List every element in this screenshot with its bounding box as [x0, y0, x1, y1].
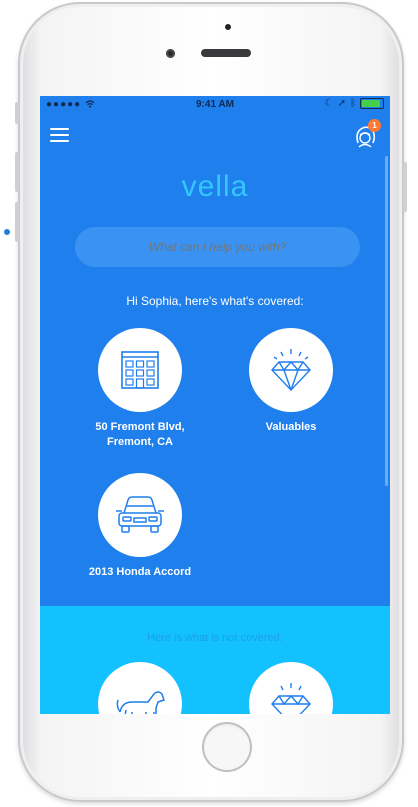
not-covered-section: Here is what is not covered: [40, 606, 390, 714]
coverage-circle [98, 328, 182, 412]
not-covered-circle [249, 662, 333, 714]
dog-icon [116, 691, 165, 714]
volume-down-button [15, 202, 19, 242]
app-logo: vella [181, 170, 249, 203]
coverage-item-car[interactable]: 2013 Honda Accord [65, 473, 215, 580]
mute-switch [15, 102, 19, 124]
hamburger-menu-icon[interactable] [50, 128, 69, 142]
moon-icon: ☾ [324, 98, 334, 109]
coverage-item-home[interactable]: 50 Fremont Blvd, Fremont, CA [65, 328, 215, 450]
coverage-item-valuables[interactable]: Valuables [216, 328, 366, 435]
coverage-circle [98, 473, 182, 557]
location-arrow-icon: ➚ [337, 98, 346, 109]
car-icon [116, 496, 164, 533]
coverage-label: 2013 Honda Accord [65, 565, 215, 580]
notification-badge: 1 [368, 119, 381, 132]
not-covered-item-pet[interactable] [65, 662, 215, 714]
not-covered-item-jewelry[interactable] [216, 662, 366, 714]
bluetooth-icon: ᛒ [350, 98, 356, 109]
status-right-icons: ☾ ➚ ᛒ [325, 98, 384, 109]
coverage-label-line1: 50 Fremont Blvd, [95, 421, 185, 433]
not-covered-circle [98, 662, 182, 714]
battery-icon [360, 98, 384, 109]
scrollbar[interactable] [385, 156, 388, 486]
coverage-circle [249, 328, 333, 412]
coverage-label-line2: Fremont, CA [107, 436, 173, 448]
diamond-icon [271, 683, 311, 714]
not-covered-heading: Here is what is not covered: [147, 632, 283, 644]
covered-heading: Hi Sophia, here's what's covered: [126, 294, 304, 308]
coverage-label-line1: 2013 Honda Accord [88, 566, 192, 578]
status-bar: ●●●●● 9:41 AM ☾ ➚ ᛒ [40, 96, 390, 114]
power-button [403, 162, 407, 212]
proximity-sensor [225, 24, 231, 30]
volume-up-button [15, 152, 19, 192]
coverage-label: Valuables [216, 420, 366, 435]
diamond-icon [271, 349, 311, 392]
profile-avatar-button[interactable]: 1 [352, 119, 381, 149]
coverage-label-line1: Valuables [265, 421, 317, 433]
coverage-label: 50 Fremont Blvd, Fremont, CA [65, 420, 215, 450]
building-icon [121, 351, 159, 389]
app-screen: ●●●●● 9:41 AM ☾ ➚ ᛒ 1 vella Hi Sophia, h [40, 96, 390, 714]
front-camera-icon [166, 49, 175, 58]
earpiece-speaker [201, 49, 251, 57]
home-button[interactable] [202, 722, 252, 772]
indicator-dot [4, 229, 10, 235]
search-input[interactable] [75, 227, 360, 267]
